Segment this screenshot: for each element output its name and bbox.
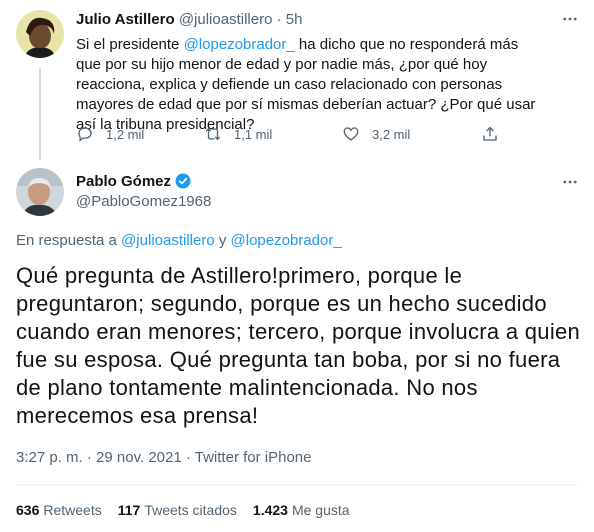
- retweet-action[interactable]: 1,1 mil: [204, 125, 272, 143]
- likes-count: 1.423: [252, 502, 288, 518]
- parent-tweet-text: Si el presidente @lopezobrador_ ha dicho…: [76, 35, 546, 135]
- more-icon: [563, 180, 577, 184]
- share-icon: [483, 126, 497, 141]
- header-separator: ·: [276, 11, 282, 28]
- retweets-stat[interactable]: 636 Retweets: [16, 502, 102, 518]
- reply-count: 1,2 mil: [106, 126, 145, 142]
- main-tweet-text: Qué pregunta de Astillero!primero, porqu…: [16, 263, 581, 428]
- reply-action[interactable]: 1,2 mil: [76, 125, 144, 143]
- main-author-name-row: Pablo Gómez: [76, 172, 192, 190]
- reply-joiner: y: [214, 232, 231, 249]
- retweet-icon: [205, 127, 221, 141]
- main-author-name[interactable]: Pablo Gómez: [76, 173, 171, 190]
- reply-mention-julioastillero[interactable]: @julioastillero: [121, 232, 215, 249]
- avatar-pablo-gomez[interactable]: [16, 168, 64, 216]
- avatar-julio-astillero[interactable]: [16, 10, 64, 58]
- tweet-time[interactable]: 3:27 p. m.: [16, 449, 83, 466]
- more-icon: [563, 17, 577, 21]
- likes-label: Me gusta: [291, 502, 350, 518]
- retweets-count: 636: [16, 502, 40, 518]
- like-action[interactable]: 3,2 mil: [342, 125, 410, 143]
- tweet-source[interactable]: Twitter for iPhone: [195, 449, 312, 466]
- parent-author-name[interactable]: Julio Astillero: [76, 11, 175, 28]
- share-action[interactable]: [481, 125, 511, 143]
- thread-connector-line: [39, 68, 41, 160]
- quotes-stat[interactable]: 117 Tweets citados: [118, 502, 237, 518]
- verified-badge-icon: [175, 173, 191, 189]
- tweet-date[interactable]: 29 nov. 2021: [96, 449, 182, 466]
- retweet-count: 1,1 mil: [234, 126, 273, 142]
- reply-prefix: En respuesta a: [16, 232, 122, 249]
- like-count: 3,2 mil: [372, 126, 411, 142]
- reply-icon: [78, 127, 92, 142]
- meta-dot: ·: [86, 449, 92, 466]
- retweets-label: Retweets: [43, 502, 102, 518]
- parent-tweet-time[interactable]: 5h: [286, 11, 303, 28]
- meta-dot: ·: [185, 449, 191, 466]
- replying-to-line: En respuesta a @julioastillero y @lopezo…: [16, 232, 342, 249]
- stats-divider: [16, 484, 578, 485]
- reply-mention-lopezobrador[interactable]: @lopezobrador_: [231, 232, 342, 249]
- tweet-metadata: 3:27 p. m. · 29 nov. 2021 · Twitter for …: [16, 449, 311, 466]
- main-more-button[interactable]: [561, 173, 579, 194]
- engagement-stats: 636 Retweets 117 Tweets citados 1.423 Me gu…: [16, 502, 350, 518]
- quotes-label: Tweets citados: [144, 502, 237, 518]
- parent-mention-link[interactable]: @lopezobrador_: [184, 36, 295, 53]
- likes-stat[interactable]: 1.423 Me gusta: [253, 502, 350, 518]
- parent-author-handle[interactable]: @julioastillero: [179, 11, 273, 28]
- parent-text-start: Si el presidente: [76, 36, 184, 53]
- heart-icon: [343, 127, 359, 141]
- main-author-handle[interactable]: @PabloGomez1968: [76, 193, 211, 210]
- parent-tweet-header: Julio Astillero @julioastillero · 5h: [76, 11, 302, 28]
- quotes-count: 117: [117, 502, 141, 518]
- parent-more-button[interactable]: [561, 10, 579, 31]
